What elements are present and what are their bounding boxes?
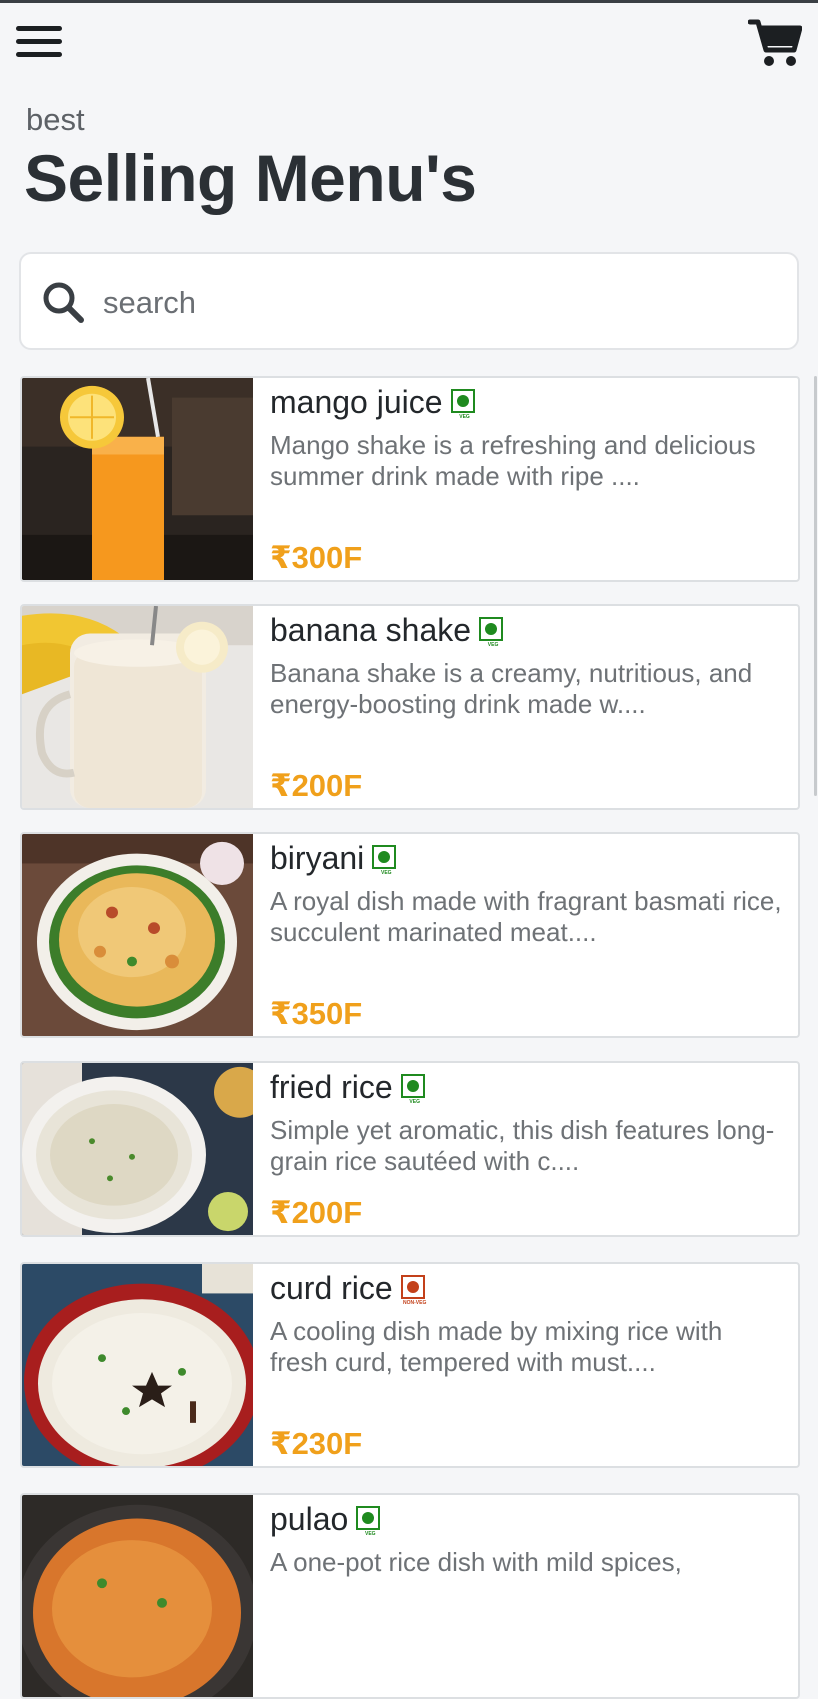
item-description: A royal dish made with fragrant basmati … — [270, 886, 782, 947]
item-name: fried rice — [270, 1069, 393, 1105]
item-description: Mango shake is a refreshing and deliciou… — [270, 430, 756, 491]
veg-badge-icon: VEG — [479, 616, 504, 648]
food-image — [22, 1063, 253, 1235]
food-image — [22, 1264, 253, 1466]
item-price: ₹200F — [270, 1195, 363, 1230]
food-image — [22, 606, 253, 808]
hamburger-menu-icon[interactable] — [16, 24, 64, 62]
veg-badge-icon: VEG — [356, 1505, 381, 1537]
menu-item-card[interactable]: biryani VEG A royal dish made with fragr… — [20, 832, 800, 1038]
item-name: curd rice — [270, 1270, 393, 1306]
item-description: Banana shake is a creamy, nutritious, an… — [270, 658, 753, 719]
shopping-cart-icon[interactable] — [747, 16, 803, 68]
status-divider — [0, 0, 818, 3]
food-image — [22, 834, 253, 1036]
menu-item-card[interactable]: banana shake VEG Banana shake is a cream… — [20, 604, 800, 810]
item-price: ₹350F — [270, 996, 363, 1031]
food-image — [22, 378, 253, 580]
item-name: biryani — [270, 840, 365, 876]
item-price: ₹230F — [270, 1426, 363, 1461]
menu-item-card[interactable]: fried rice VEG Simple yet aromatic, this… — [20, 1061, 800, 1237]
menu-item-card[interactable]: mango juice VEG Mango shake is a refresh… — [20, 376, 800, 582]
menu-item-card[interactable]: pulao VEG A one-pot rice dish with mild … — [20, 1493, 800, 1699]
veg-badge-icon: VEG — [450, 388, 475, 420]
item-price: ₹200F — [270, 768, 363, 803]
item-price: ₹300F — [270, 540, 363, 575]
item-name: pulao — [270, 1501, 349, 1537]
item-description: A one-pot rice dish with mild spices, — [270, 1547, 682, 1577]
item-description: A cooling dish made by mixing rice with … — [270, 1316, 723, 1377]
non-veg-badge-icon: NON-VEG — [400, 1274, 426, 1306]
menu-item-card[interactable]: curd rice NON-VEG A cooling dish made by… — [20, 1262, 800, 1468]
item-description: Simple yet aromatic, this dish features … — [270, 1115, 775, 1176]
search-icon[interactable] — [41, 280, 85, 324]
item-name: mango juice — [270, 384, 443, 420]
item-name: banana shake — [270, 612, 472, 648]
page-subtitle: best — [26, 102, 85, 137]
veg-badge-icon: VEG — [372, 844, 397, 876]
scrollbar[interactable] — [814, 376, 817, 796]
veg-badge-icon: VEG — [400, 1073, 425, 1105]
search-input[interactable] — [101, 276, 745, 330]
page-title: Selling Menu's — [24, 141, 477, 215]
food-image — [22, 1495, 253, 1697]
search-bar[interactable] — [19, 252, 799, 350]
